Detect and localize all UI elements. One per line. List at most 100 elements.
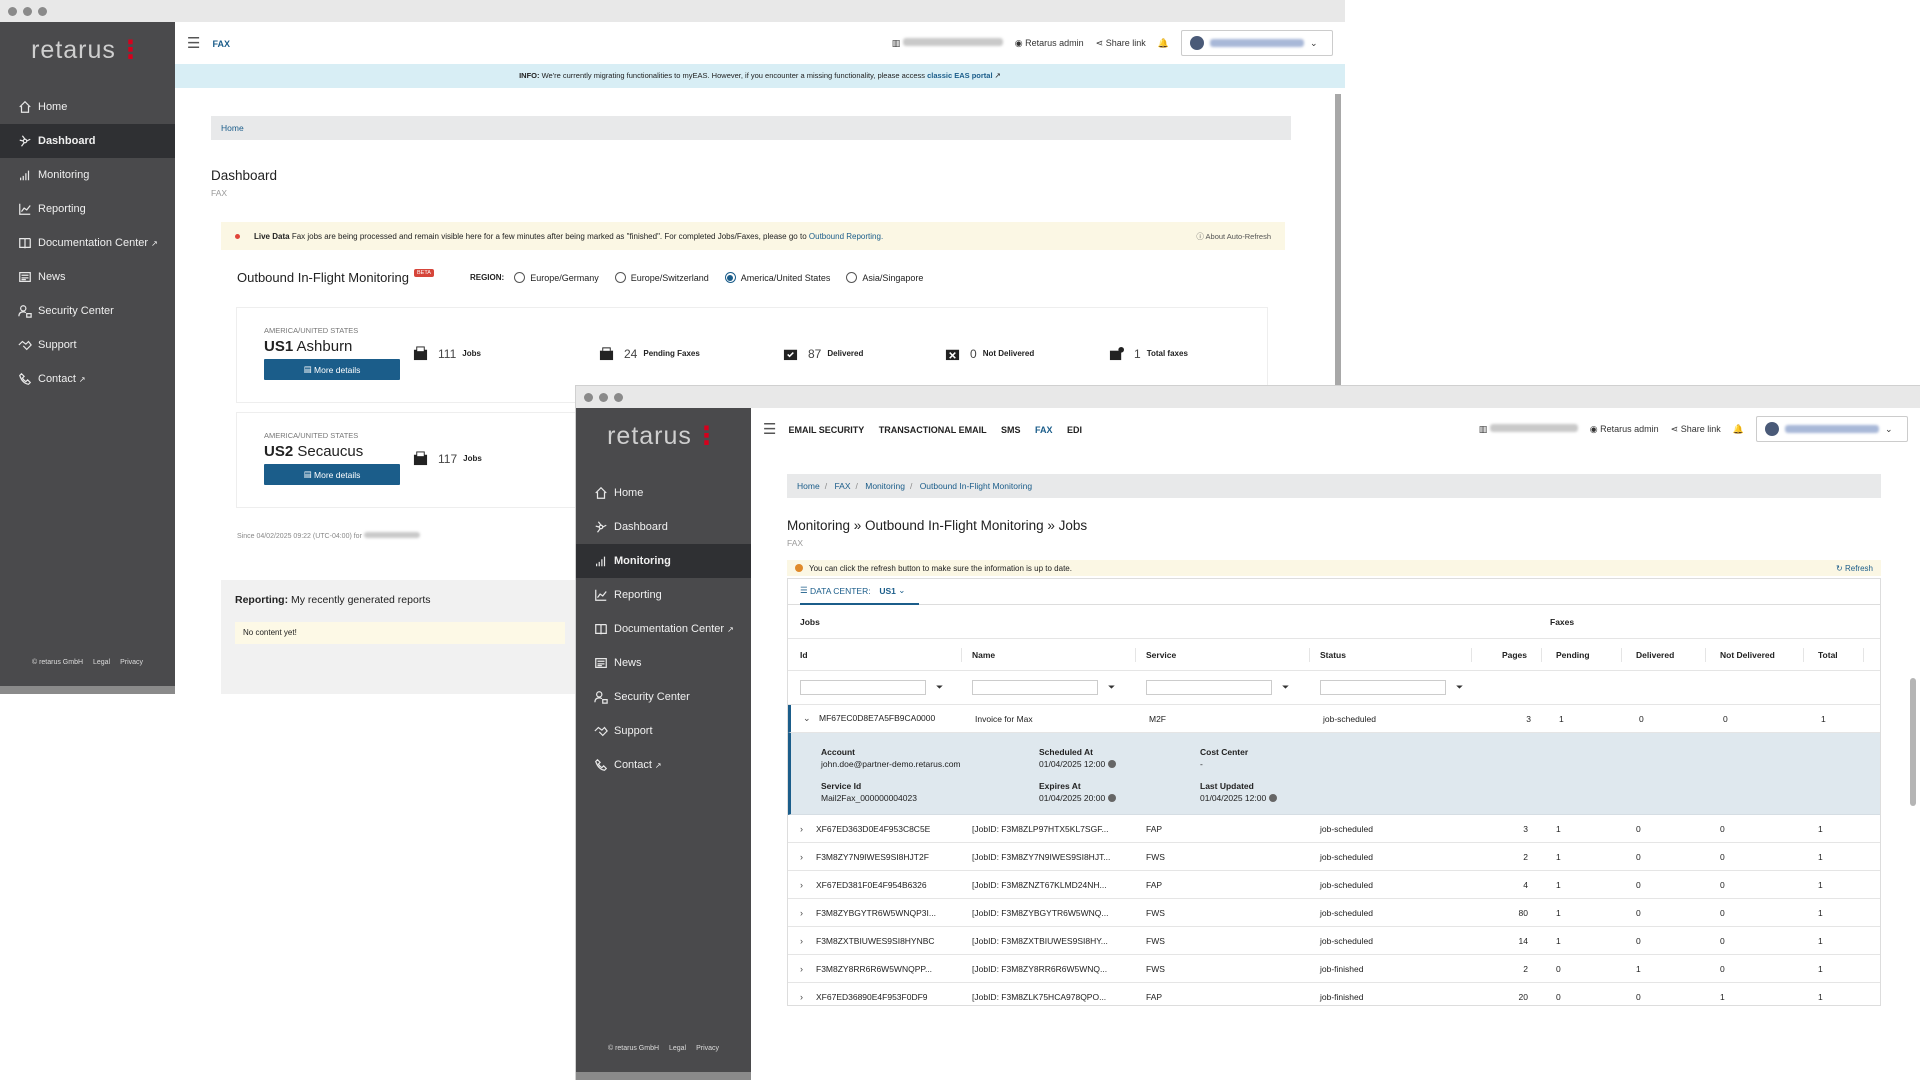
sidebar-item-dashboard[interactable]: Dashboard xyxy=(576,510,751,544)
sidebar-item-documentation-center[interactable]: Documentation Center ↗ xyxy=(0,226,175,260)
filter-input-status[interactable] xyxy=(1320,680,1446,695)
sidebar-item-security-center[interactable]: Security Center xyxy=(0,294,175,328)
share-link-button[interactable]: ⋖ Share link xyxy=(1671,424,1721,435)
more-details-button[interactable]: ▤ More details xyxy=(264,464,400,485)
column-header-pending[interactable]: Pending xyxy=(1542,647,1622,662)
window-maximize-dot[interactable] xyxy=(614,392,623,402)
column-header-not-delivered[interactable]: Not Delivered xyxy=(1706,647,1804,662)
account-selector[interactable]: ▥ xyxy=(892,37,1003,49)
info-icon[interactable] xyxy=(1108,760,1117,768)
chevron-right-icon[interactable]: › xyxy=(800,880,810,890)
breadcrumb-monitoring[interactable]: Monitoring xyxy=(865,481,905,491)
sidebar-item-contact[interactable]: Contact ↗ xyxy=(576,748,751,782)
sidebar-item-news[interactable]: News xyxy=(0,260,175,294)
sidebar-item-monitoring[interactable]: Monitoring xyxy=(0,158,175,192)
privacy-link[interactable]: Privacy xyxy=(120,659,143,666)
table-row-expanded[interactable]: ⌄ MF67EC0D8E7A5FB9CA0000 Invoice for Max … xyxy=(788,705,1880,733)
filter-icon[interactable]: ⏷ xyxy=(936,682,943,693)
legal-link[interactable]: Legal xyxy=(93,659,110,666)
retarus-admin-toggle[interactable]: ◉ Retarus admin xyxy=(1590,424,1659,435)
table-row[interactable]: › F3M8ZXTBIUWES9SI8HYNBC [JobID: F3M8ZXTBI… xyxy=(788,927,1880,955)
filter-icon[interactable]: ⏷ xyxy=(1282,682,1289,693)
nav-fax[interactable]: FAX xyxy=(212,39,230,49)
sidebar-item-support[interactable]: Support xyxy=(0,328,175,362)
filter-input-name[interactable] xyxy=(972,680,1098,695)
filter-icon[interactable]: ⏷ xyxy=(1456,682,1463,693)
datacenter-selector[interactable]: ☰ DATA CENTER: US1 ⌄ xyxy=(800,579,920,605)
share-link-button[interactable]: ⋖ Share link xyxy=(1096,38,1146,49)
sidebar-item-contact[interactable]: Contact ↗ xyxy=(0,362,175,396)
breadcrumb-home[interactable]: Home xyxy=(797,481,820,491)
sidebar-item-monitoring[interactable]: Monitoring xyxy=(576,544,751,578)
window-maximize-dot[interactable] xyxy=(38,6,47,16)
retarus-logo[interactable]: retarus ⋮ xyxy=(0,22,175,78)
table-row[interactable]: › F3M8ZY8RR6R6W5WNQPP... [JobID: F3M8ZY8RR… xyxy=(788,955,1880,983)
sidebar-item-documentation-center[interactable]: Documentation Center ↗ xyxy=(576,612,751,646)
user-menu[interactable]: ⌄ xyxy=(1181,30,1333,56)
about-auto-refresh-link[interactable]: ⓘ About Auto-Refresh xyxy=(1196,231,1271,242)
chevron-right-icon[interactable]: › xyxy=(800,824,810,834)
hamburger-menu-icon[interactable]: ☰ xyxy=(763,420,776,438)
bell-icon[interactable]: 🔔 xyxy=(1733,424,1744,435)
breadcrumb-home[interactable]: Home xyxy=(221,123,244,133)
chevron-right-icon[interactable]: › xyxy=(800,964,810,974)
nav-fax[interactable]: FAX xyxy=(1035,425,1053,435)
user-menu[interactable]: ⌄ xyxy=(1756,416,1908,442)
info-icon[interactable] xyxy=(1269,794,1278,802)
sidebar-item-security-center[interactable]: Security Center xyxy=(576,680,751,714)
chevron-right-icon[interactable]: › xyxy=(800,852,810,862)
retarus-logo[interactable]: retarus ⋮ xyxy=(576,408,751,464)
account-selector[interactable]: ▥ xyxy=(1479,423,1578,435)
filter-icon[interactable]: ⏷ xyxy=(1108,682,1115,693)
chevron-right-icon[interactable]: › xyxy=(800,992,810,1002)
region-radio-america-united-states[interactable]: America/United States xyxy=(724,272,830,283)
filter-input-service[interactable] xyxy=(1146,680,1272,695)
region-radio-europe-switzerland[interactable]: Europe/Switzerland xyxy=(614,272,709,283)
info-icon[interactable] xyxy=(1108,794,1117,802)
outbound-reporting-link[interactable]: Outbound Reporting. xyxy=(809,232,883,241)
table-scrollbar[interactable] xyxy=(1910,678,1916,806)
classic-eas-portal-link[interactable]: classic EAS portal xyxy=(927,71,992,80)
sidebar-item-support[interactable]: Support xyxy=(576,714,751,748)
table-row[interactable]: › F3M8ZYBGYTR6W5WNQP3I... [JobID: F3M8ZYBG… xyxy=(788,899,1880,927)
column-header-id[interactable]: Id xyxy=(788,647,962,662)
sidebar-item-home[interactable]: Home xyxy=(576,476,751,510)
hamburger-menu-icon[interactable]: ☰ xyxy=(187,34,200,52)
table-row[interactable]: › XF67ED36890E4F953F0DF9 [JobID: F3M8ZLK75… xyxy=(788,983,1880,1005)
table-row[interactable]: › XF67ED381F0E4F954B6326 [JobID: F3M8ZNZT6… xyxy=(788,871,1880,899)
window-close-dot[interactable] xyxy=(584,392,593,402)
sidebar-item-news[interactable]: News xyxy=(576,646,751,680)
nav-transactional-email[interactable]: TRANSACTIONAL EMAIL xyxy=(879,425,987,435)
sidebar-item-dashboard[interactable]: Dashboard xyxy=(0,124,175,158)
column-header-status[interactable]: Status xyxy=(1310,647,1472,662)
sidebar-item-reporting[interactable]: Reporting xyxy=(576,578,751,612)
nav-sms[interactable]: SMS xyxy=(1001,425,1021,435)
nav-email-security[interactable]: EMAIL SECURITY xyxy=(788,425,864,435)
table-row[interactable]: › F3M8ZY7N9IWES9SI8HJT2F [JobID: F3M8ZY7N9… xyxy=(788,843,1880,871)
region-radio-asia-singapore[interactable]: Asia/Singapore xyxy=(846,272,923,283)
table-row[interactable]: › XF67ED363D0E4F953C8C5E [JobID: F3M8ZLP97… xyxy=(788,815,1880,843)
sidebar-item-home[interactable]: Home xyxy=(0,90,175,124)
chevron-right-icon[interactable]: › xyxy=(800,936,810,946)
breadcrumb-fax[interactable]: FAX xyxy=(834,481,850,491)
window-minimize-dot[interactable] xyxy=(23,6,32,16)
filter-input-id[interactable] xyxy=(800,680,926,695)
window-close-dot[interactable] xyxy=(8,6,17,16)
column-header-service[interactable]: Service xyxy=(1136,647,1310,662)
column-header-delivered[interactable]: Delivered xyxy=(1622,647,1706,662)
column-header-pages[interactable]: Pages xyxy=(1472,647,1542,662)
window-minimize-dot[interactable] xyxy=(599,392,608,402)
chevron-right-icon[interactable]: › xyxy=(800,908,810,918)
retarus-admin-toggle[interactable]: ◉ Retarus admin xyxy=(1015,38,1084,49)
bell-icon[interactable]: 🔔 xyxy=(1158,38,1169,49)
refresh-button[interactable]: ↻ Refresh xyxy=(1836,564,1873,573)
sidebar-item-reporting[interactable]: Reporting xyxy=(0,192,175,226)
chevron-down-icon[interactable]: ⌄ xyxy=(803,713,813,724)
nav-edi[interactable]: EDI xyxy=(1067,425,1082,435)
more-details-button[interactable]: ▤ More details xyxy=(264,359,400,380)
column-header-name[interactable]: Name xyxy=(962,647,1136,662)
privacy-link[interactable]: Privacy xyxy=(696,1045,719,1052)
legal-link[interactable]: Legal xyxy=(669,1045,686,1052)
column-header-total[interactable]: Total xyxy=(1804,647,1864,662)
breadcrumb-outbound-monitoring[interactable]: Outbound In-Flight Monitoring xyxy=(920,481,1032,491)
